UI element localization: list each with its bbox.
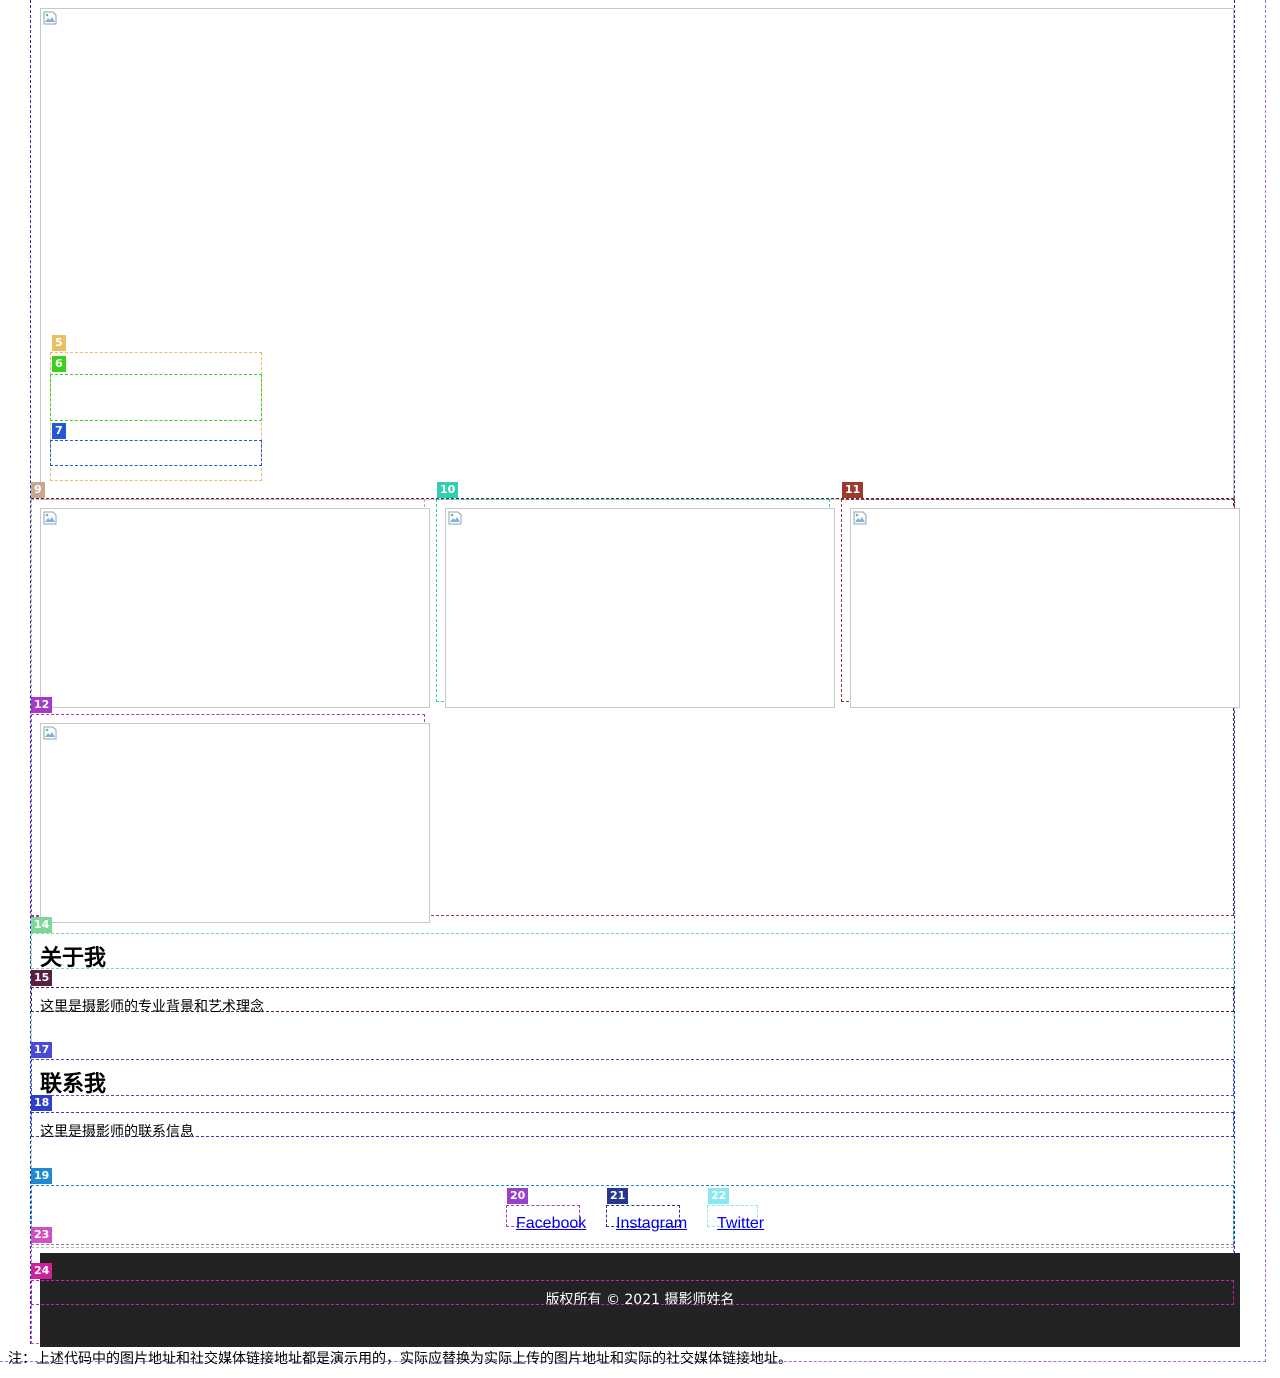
debug-tag: 18 [31,1095,53,1111]
debug-tag: 9 [31,482,45,498]
debug-tag: 14 [31,917,53,933]
broken-image-icon [43,726,57,740]
gallery-image-2 [445,508,835,708]
contact-text-box [31,1112,1234,1137]
footnote: 注：上述代码中的图片地址和社交媒体链接地址都是演示用的，实际应替换为实际上传的图… [8,1351,792,1367]
page-wrapper: 5 6 7 9 10 11 12 14 关于我 15 这里是摄影师的专业背景和艺… [0,0,1266,1367]
debug-tag: 6 [52,356,66,372]
debug-tag: 10 [437,482,459,498]
debug-tag: 24 [31,1263,53,1279]
instagram-link[interactable]: Instagram [616,1214,687,1234]
debug-tag: 15 [31,970,53,986]
broken-image-icon [853,511,867,525]
contact-title-box [31,1059,1234,1096]
contact-text: 这里是摄影师的联系信息 [40,1124,194,1140]
debug-tag: 5 [52,335,66,351]
broken-image-icon [43,11,57,25]
hero-caption-title [50,374,262,421]
divider [31,968,1234,969]
debug-tag: 19 [31,1168,53,1184]
debug-tag: 23 [31,1227,53,1243]
debug-tag: 21 [607,1188,629,1204]
hero-caption-text [50,440,262,466]
debug-tag: 22 [708,1188,730,1204]
gallery-image-4 [40,723,430,923]
broken-image-icon [448,511,462,525]
debug-tag: 7 [52,423,66,439]
debug-tag: 11 [842,482,864,498]
about-text: 这里是摄影师的专业背景和艺术理念 [40,999,264,1015]
broken-image-icon [43,511,57,525]
gallery-image-1 [40,508,430,708]
debug-tag: 20 [507,1188,529,1204]
gallery-image-3 [850,508,1240,708]
debug-tag: 12 [31,697,53,713]
facebook-link[interactable]: Facebook [516,1214,586,1234]
twitter-link[interactable]: Twitter [717,1214,764,1234]
footer-text-box [31,1280,1234,1305]
debug-tag: 17 [31,1042,53,1058]
